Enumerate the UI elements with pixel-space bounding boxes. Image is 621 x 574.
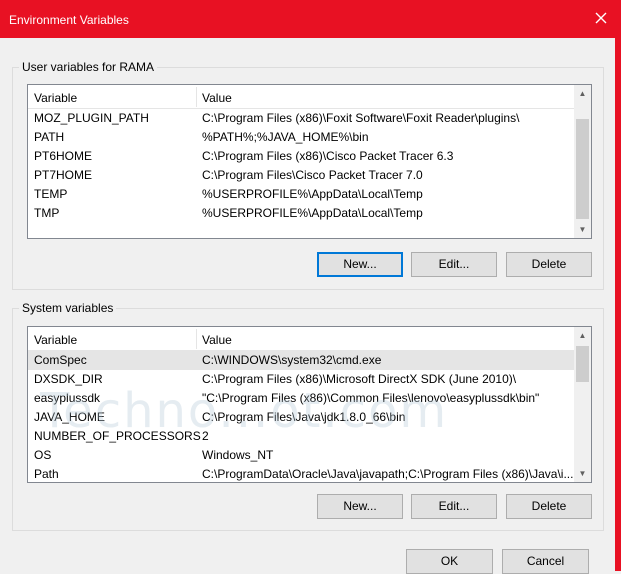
variable-cell: PT7HOME — [34, 168, 93, 182]
user-list-scrollbar[interactable]: ▲ ▼ — [574, 85, 591, 238]
user-edit-button[interactable]: Edit... — [411, 252, 497, 277]
value-cell: Windows_NT — [202, 448, 274, 462]
system-delete-button[interactable]: Delete — [506, 494, 592, 519]
table-row[interactable]: TMP %USERPROFILE%\AppData\Local\Temp — [28, 204, 576, 223]
window-border — [615, 38, 621, 571]
title-bar[interactable]: Environment Variables — [0, 0, 621, 38]
table-row[interactable]: PT6HOME C:\Program Files (x86)\Cisco Pack… — [28, 147, 576, 166]
user-list-header: Variable Value — [28, 85, 591, 109]
variable-cell: PT6HOME — [34, 149, 93, 163]
variable-cell: DXSDK_DIR — [34, 372, 103, 386]
value-cell: C:\Program Files (x86)\Microsoft DirectX… — [202, 372, 517, 386]
table-row[interactable]: easyplussdk "C:\Program Files (x86)\Commo… — [28, 389, 576, 408]
table-row[interactable]: MOZ_PLUGIN_PATH C:\Program Files (x86)\Fo… — [28, 109, 576, 128]
value-cell: C:\Program Files (x86)\Foxit Software\Fo… — [202, 111, 520, 125]
system-edit-button[interactable]: Edit... — [411, 494, 497, 519]
cancel-button[interactable]: Cancel — [502, 549, 589, 574]
value-cell: C:\Program Files\Cisco Packet Tracer 7.0 — [202, 168, 423, 182]
header-value[interactable]: Value — [202, 91, 232, 105]
table-row[interactable]: PATH %PATH%;%JAVA_HOME%\bin — [28, 128, 576, 147]
value-cell: %USERPROFILE%\AppData\Local\Temp — [202, 206, 423, 220]
value-cell: "C:\Program Files (x86)\Common Files\len… — [202, 391, 540, 405]
scroll-thumb[interactable] — [576, 346, 589, 382]
user-new-button[interactable]: New... — [317, 252, 403, 277]
user-variables-label: User variables for RAMA — [19, 60, 158, 74]
value-cell: C:\Program Files\Java\jdk1.8.0_66\bin — [202, 410, 406, 424]
table-row[interactable]: ComSpec C:\WINDOWS\system32\cmd.exe — [28, 351, 576, 370]
value-cell: %USERPROFILE%\AppData\Local\Temp — [202, 187, 423, 201]
value-cell: %PATH%;%JAVA_HOME%\bin — [202, 130, 369, 144]
system-variables-list[interactable]: Variable Value ComSpec C:\WINDOWS\system3… — [27, 326, 592, 483]
variable-cell: TEMP — [34, 187, 68, 201]
user-variables-list[interactable]: Variable Value MOZ_PLUGIN_PATH C:\Program… — [27, 84, 592, 239]
close-icon[interactable] — [593, 10, 609, 26]
system-list-scrollbar[interactable]: ▲ ▼ — [574, 327, 591, 482]
variable-cell: easyplussdk — [34, 391, 101, 405]
header-value[interactable]: Value — [202, 333, 232, 347]
value-cell: C:\ProgramData\Oracle\Java\javapath;C:\P… — [202, 467, 574, 481]
variable-cell: MOZ_PLUGIN_PATH — [34, 111, 149, 125]
variable-cell: ComSpec — [34, 353, 87, 367]
table-row[interactable]: JAVA_HOME C:\Program Files\Java\jdk1.8.0_… — [28, 408, 576, 427]
scroll-up-icon[interactable]: ▲ — [574, 327, 591, 344]
variable-cell: PATH — [34, 130, 65, 144]
variable-cell: JAVA_HOME — [34, 410, 105, 424]
system-list-header: Variable Value — [28, 327, 591, 351]
value-cell: C:\Program Files (x86)\Cisco Packet Trac… — [202, 149, 454, 163]
system-new-button[interactable]: New... — [317, 494, 403, 519]
table-row[interactable]: OS Windows_NT — [28, 446, 576, 465]
scroll-up-icon[interactable]: ▲ — [574, 85, 591, 102]
variable-cell: NUMBER_OF_PROCESSORS — [34, 429, 201, 443]
header-variable[interactable]: Variable — [34, 91, 77, 105]
table-row[interactable]: DXSDK_DIR C:\Program Files (x86)\Microsof… — [28, 370, 576, 389]
header-variable[interactable]: Variable — [34, 333, 77, 347]
value-cell: 2 — [202, 429, 209, 443]
variable-cell: OS — [34, 448, 52, 462]
table-row[interactable]: NUMBER_OF_PROCESSORS 2 — [28, 427, 576, 446]
variable-cell: TMP — [34, 206, 60, 220]
table-row[interactable]: Path C:\ProgramData\Oracle\Java\javapath;… — [28, 465, 576, 482]
value-cell: C:\WINDOWS\system32\cmd.exe — [202, 353, 382, 367]
table-row[interactable]: PT7HOME C:\Program Files\Cisco Packet Tra… — [28, 166, 576, 185]
system-variables-label: System variables — [19, 301, 117, 315]
table-row[interactable]: TEMP %USERPROFILE%\AppData\Local\Temp — [28, 185, 576, 204]
user-delete-button[interactable]: Delete — [506, 252, 592, 277]
scroll-down-icon[interactable]: ▼ — [574, 465, 591, 482]
ok-button[interactable]: OK — [406, 549, 493, 574]
variable-cell: Path — [34, 467, 59, 481]
scroll-thumb[interactable] — [576, 119, 589, 219]
window-title: Environment Variables — [9, 13, 129, 27]
scroll-down-icon[interactable]: ▼ — [574, 221, 591, 238]
